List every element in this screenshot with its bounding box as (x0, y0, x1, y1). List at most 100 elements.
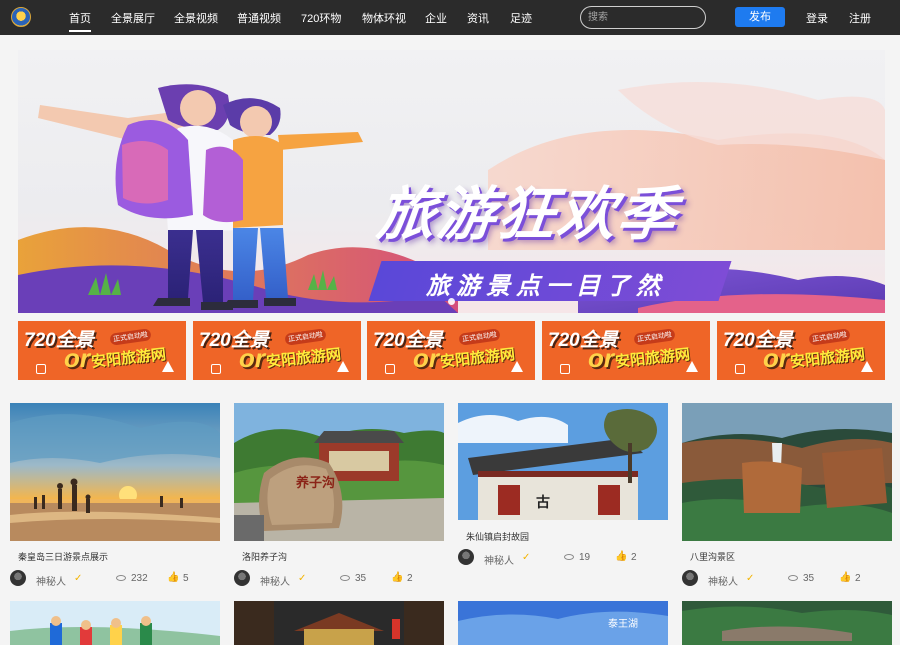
author-name[interactable]: 神秘人 (708, 573, 738, 588)
promo-box-icon (211, 364, 221, 374)
site-logo-icon[interactable] (11, 7, 31, 27)
carousel-dot[interactable] (448, 298, 455, 305)
avatar[interactable] (682, 570, 698, 586)
card-thumbnail[interactable] (10, 601, 220, 645)
card-thumbnail[interactable]: 泰王湖 (458, 601, 668, 645)
card-meta: 神秘人 ✓ 232 👍 5 (10, 570, 220, 588)
promo-tag: 正式启动啦 (633, 328, 676, 346)
promo-triangle-icon (162, 361, 174, 372)
avatar[interactable] (458, 549, 474, 565)
stone-inscription: 养子沟 (295, 475, 335, 490)
content-card[interactable] (234, 601, 444, 645)
promo-triangle-icon (686, 361, 698, 372)
author-name[interactable]: 神秘人 (484, 552, 514, 567)
author-name[interactable]: 神秘人 (36, 573, 66, 588)
view-count: 35 (355, 573, 367, 584)
avatar[interactable] (234, 570, 250, 586)
promo-banner[interactable]: 720全景 正式启动啦 or 安阳旅游网 (717, 321, 885, 380)
promo-tag: 正式启动啦 (458, 328, 501, 346)
promo-triangle-icon (511, 361, 523, 372)
eye-icon (340, 575, 350, 581)
content-card[interactable]: 古 朱仙镇启封故园 神秘人 ✓ 19 👍 2 (458, 403, 668, 573)
nav-item-panorama-hall[interactable]: 全景展厅 (111, 10, 155, 26)
content-card[interactable] (10, 601, 220, 645)
thumbs-up-icon[interactable]: 👍 (839, 572, 851, 583)
card-title[interactable]: 朱仙镇启封故园 (466, 530, 529, 543)
promo-banner[interactable]: 720全景 正式启动啦 or 安阳旅游网 (367, 321, 535, 380)
search-input[interactable] (580, 6, 706, 29)
promo-or: or (763, 343, 789, 373)
login-link[interactable]: 登录 (806, 10, 828, 26)
content-card[interactable]: 八里沟景区 神秘人 ✓ 35 👍 2 (682, 403, 892, 593)
verified-icon: ✓ (74, 573, 83, 584)
eye-icon (564, 554, 574, 560)
like-count: 2 (407, 573, 413, 584)
content-card[interactable]: 秦皇岛三日游景点展示 神秘人 ✓ 232 👍 5 (10, 403, 220, 593)
promo-tag: 正式启动啦 (808, 328, 851, 346)
promo-name: 安阳旅游网 (439, 346, 516, 371)
like-count: 2 (631, 552, 637, 563)
nav-item-normal-video[interactable]: 普通视频 (237, 10, 281, 26)
hero-banner[interactable]: 旅游狂欢季 旅游景点一目了然 (18, 50, 885, 313)
banner-subtitle: 旅游景点一目了然 (426, 273, 666, 300)
eye-icon (788, 575, 798, 581)
eye-icon (116, 575, 126, 581)
promo-tag: 正式启动啦 (109, 328, 152, 346)
card-thumbnail[interactable] (682, 601, 892, 645)
promo-or: or (413, 343, 439, 373)
promo-triangle-icon (861, 361, 873, 372)
content-card[interactable]: 泰王湖 (458, 601, 668, 645)
promo-name: 安阳旅游网 (265, 346, 342, 371)
verified-icon: ✓ (746, 573, 755, 584)
promo-banner[interactable]: 720全景 正式启动啦 or 安阳旅游网 (193, 321, 361, 380)
promo-box-icon (560, 364, 570, 374)
top-navbar: 首页 全景展厅 全景视频 普通视频 720环物 物体环视 企业 资讯 足迹 发布… (0, 0, 900, 35)
promo-banner[interactable]: 720全景 正式启动啦 or 安阳旅游网 (18, 321, 186, 380)
nav-item-object-view[interactable]: 物体环视 (362, 10, 406, 26)
nav-item-home[interactable]: 首页 (69, 10, 91, 32)
promo-box-icon (735, 364, 745, 374)
nav-item-720-object[interactable]: 720环物 (301, 10, 341, 26)
nav-item-footprint[interactable]: 足迹 (510, 10, 532, 26)
card-thumbnail[interactable] (682, 403, 892, 541)
card-thumbnail[interactable]: 古 (458, 403, 668, 520)
card-title[interactable]: 洛阳养子沟 (242, 550, 287, 563)
promo-triangle-icon (337, 361, 349, 372)
promo-or: or (588, 343, 614, 373)
promo-or: or (64, 343, 90, 373)
publish-button[interactable]: 发布 (735, 7, 785, 27)
avatar[interactable] (10, 570, 26, 586)
promo-box-icon (36, 364, 46, 374)
register-link[interactable]: 注册 (849, 10, 871, 26)
promo-banner[interactable]: 720全景 正式启动啦 or 安阳旅游网 (542, 321, 710, 380)
card-title[interactable]: 秦皇岛三日游景点展示 (18, 550, 108, 563)
nav-item-enterprise[interactable]: 企业 (425, 10, 447, 26)
card-thumbnail[interactable] (10, 403, 220, 541)
view-count: 232 (131, 573, 148, 584)
gate-sign-text: 古 (536, 494, 550, 510)
nav-item-panorama-video[interactable]: 全景视频 (174, 10, 218, 26)
nav-item-news[interactable]: 资讯 (467, 10, 489, 26)
verified-icon: ✓ (298, 573, 307, 584)
promo-box-icon (385, 364, 395, 374)
card-thumbnail[interactable]: 养子沟 (234, 403, 444, 541)
card-meta: 神秘人 ✓ 35 👍 2 (682, 570, 892, 588)
lake-title-text: 泰王湖 (608, 617, 638, 630)
author-name[interactable]: 神秘人 (260, 573, 290, 588)
promo-or: or (239, 343, 265, 373)
promo-tag: 正式启动啦 (284, 328, 327, 346)
content-card[interactable] (682, 601, 892, 645)
thumbs-up-icon[interactable]: 👍 (391, 572, 403, 583)
like-count: 2 (855, 573, 861, 584)
thumbs-up-icon[interactable]: 👍 (615, 551, 627, 562)
thumbs-up-icon[interactable]: 👍 (167, 572, 179, 583)
card-meta: 神秘人 ✓ 35 👍 2 (234, 570, 444, 588)
content-card[interactable]: 养子沟 洛阳养子沟 神秘人 ✓ 35 👍 2 (234, 403, 444, 593)
card-meta: 神秘人 ✓ 19 👍 2 (458, 549, 668, 567)
view-count: 35 (803, 573, 815, 584)
card-title[interactable]: 八里沟景区 (690, 550, 735, 563)
promo-name: 安阳旅游网 (90, 346, 167, 371)
promo-name: 安阳旅游网 (614, 346, 691, 371)
like-count: 5 (183, 573, 189, 584)
card-thumbnail[interactable] (234, 601, 444, 645)
